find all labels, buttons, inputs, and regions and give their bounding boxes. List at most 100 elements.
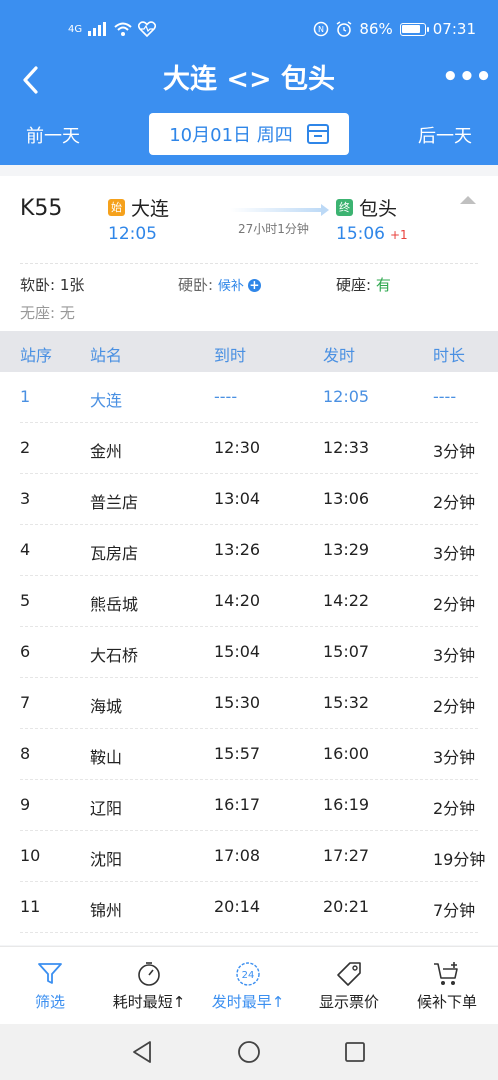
- date-picker[interactable]: 10月01日 周四: [149, 113, 349, 155]
- origin-station-name: 大连: [131, 198, 170, 220]
- stop-station: 金州: [90, 442, 123, 461]
- stop-station: 瓦房店: [90, 544, 139, 563]
- alarm-icon: [337, 21, 352, 37]
- no-seat-value: 无: [59, 304, 75, 322]
- soft-sleeper-availability: 软卧: 1张: [20, 274, 84, 295]
- hard-seat-value: 有: [375, 276, 391, 294]
- sort-shortest-tab[interactable]: 耗时最短↑: [100, 947, 198, 1025]
- selected-date: 10月01日 周四: [169, 125, 293, 146]
- stop-seq: 11: [20, 897, 41, 916]
- system-home-icon[interactable]: [237, 1040, 261, 1064]
- collapse-triangle-icon[interactable]: [460, 196, 476, 204]
- stop-station: 海城: [90, 697, 123, 716]
- table-row: 3 普兰店 13:04 13:06 2分钟: [0, 474, 498, 525]
- stop-table-header: 站序 站名 到时 发时 时长: [0, 331, 498, 372]
- waitlist-order-label: 候补下单: [416, 993, 477, 1011]
- health-heart-icon: [138, 21, 157, 37]
- stop-arrive: 14:20: [214, 591, 261, 610]
- no-seat-label: 无座:: [20, 304, 56, 322]
- stop-seq: 8: [20, 744, 31, 763]
- card-divider: [20, 263, 478, 264]
- col-header-station: 站名: [90, 346, 123, 365]
- stop-arrive: 20:14: [214, 897, 261, 916]
- destination-station-name: 包头: [359, 198, 398, 220]
- row-divider: [20, 932, 478, 933]
- add-circle-icon[interactable]: +: [247, 279, 261, 292]
- destination-tag: 终: [336, 199, 353, 216]
- hard-seat-availability: 硬座: 有: [336, 274, 391, 295]
- table-row: 6 大石桥 15:04 15:07 3分钟: [0, 627, 498, 678]
- col-header-arrive: 到时: [214, 346, 247, 365]
- sort-earliest-tab[interactable]: 24 发时最早↑: [198, 947, 298, 1025]
- stop-depart: 15:07: [323, 642, 370, 661]
- stop-duration: 19分钟: [433, 850, 486, 869]
- bottom-toolbar: 筛选 耗时最短↑ 24 发时最早↑ 显示票价 候补下单: [0, 946, 498, 1024]
- next-day-button[interactable]: 后一天: [418, 122, 472, 148]
- stop-seq: 9: [20, 795, 31, 814]
- stop-duration: 2分钟: [433, 493, 476, 512]
- table-row: 1 大连 ---- 12:05 ----: [0, 372, 498, 423]
- stop-seq: 6: [20, 642, 31, 661]
- stop-depart: 12:33: [323, 438, 370, 457]
- table-row: 11 锦州 20:14 20:21 7分钟: [0, 882, 498, 933]
- table-row: 5 熊岳城 14:20 14:22 2分钟: [0, 576, 498, 627]
- table-row: 2 金州 12:30 12:33 3分钟: [0, 423, 498, 474]
- hard-sleeper-availability[interactable]: 硬卧: 候补 +: [178, 274, 261, 295]
- stop-station: 鞍山: [90, 748, 123, 767]
- clock-24-icon: 24: [234, 960, 262, 988]
- filter-tab[interactable]: 筛选: [16, 947, 84, 1025]
- stop-seq: 4: [20, 540, 31, 559]
- system-back-icon[interactable]: [130, 1040, 154, 1064]
- more-menu-button[interactable]: •••: [442, 62, 492, 98]
- page-title: 大连 <> 包头: [162, 64, 336, 95]
- stop-depart: 13:06: [323, 489, 370, 508]
- stop-station: 大石桥: [90, 646, 139, 665]
- stop-station: 辽阳: [90, 799, 123, 818]
- table-row: 8 鞍山 15:57 16:00 3分钟: [0, 729, 498, 780]
- hard-sleeper-value: 候补: [217, 279, 244, 294]
- stop-depart: 16:00: [323, 744, 370, 763]
- system-recents-icon[interactable]: [343, 1040, 367, 1064]
- stop-duration: 3分钟: [433, 544, 476, 563]
- battery-icon: [399, 22, 429, 36]
- stop-seq: 1: [20, 387, 31, 406]
- prev-day-button[interactable]: 前一天: [26, 122, 80, 148]
- status-right: N 86% 07:31: [313, 20, 476, 38]
- col-header-depart: 发时: [323, 346, 356, 365]
- stop-seq: 7: [20, 693, 31, 712]
- status-bar: 4G N 86% 07:31: [0, 0, 498, 60]
- status-left: 4G: [68, 21, 157, 37]
- stop-arrive: 12:30: [214, 438, 261, 457]
- stop-arrive: 13:04: [214, 489, 261, 508]
- stop-depart: 13:29: [323, 540, 370, 559]
- signal-icon: [88, 22, 107, 36]
- stop-duration: ----: [433, 387, 457, 406]
- table-row: 4 瓦房店 13:26 13:29 3分钟: [0, 525, 498, 576]
- show-price-label: 显示票价: [318, 993, 379, 1011]
- show-price-tab[interactable]: 显示票价: [306, 947, 392, 1025]
- travel-duration: 27小时1分钟: [238, 222, 309, 236]
- filter-label: 筛选: [34, 993, 65, 1011]
- dnd-icon: N: [314, 21, 329, 37]
- stop-arrive: 15:30: [214, 693, 261, 712]
- day-offset: +1: [390, 228, 408, 242]
- waitlist-order-tab[interactable]: 候补下单: [404, 947, 490, 1025]
- stop-duration: 2分钟: [433, 697, 476, 716]
- soft-sleeper-label: 软卧:: [20, 276, 56, 294]
- wifi-icon: [114, 22, 132, 36]
- stop-station: 熊岳城: [90, 595, 139, 614]
- stop-duration: 3分钟: [433, 748, 476, 767]
- stop-table: 1 大连 ---- 12:05 ---- 2 金州 12:30 12:33 3分钟 3 普兰店 13:0…: [0, 372, 498, 945]
- stop-duration: 2分钟: [433, 595, 476, 614]
- battery-percent: 86%: [359, 20, 393, 38]
- origin-station: 始 大连: [108, 194, 169, 221]
- calendar-icon: [306, 124, 329, 144]
- clock-time: 07:31: [432, 20, 476, 38]
- sort-shortest-label: 耗时最短↑: [112, 993, 186, 1011]
- stop-depart: 15:32: [323, 693, 370, 712]
- stop-seq: 3: [20, 489, 31, 508]
- origin-tag: 始: [108, 199, 125, 216]
- filter-icon: [36, 960, 64, 988]
- svg-text:24: 24: [242, 970, 255, 981]
- stop-station: 沈阳: [90, 850, 123, 869]
